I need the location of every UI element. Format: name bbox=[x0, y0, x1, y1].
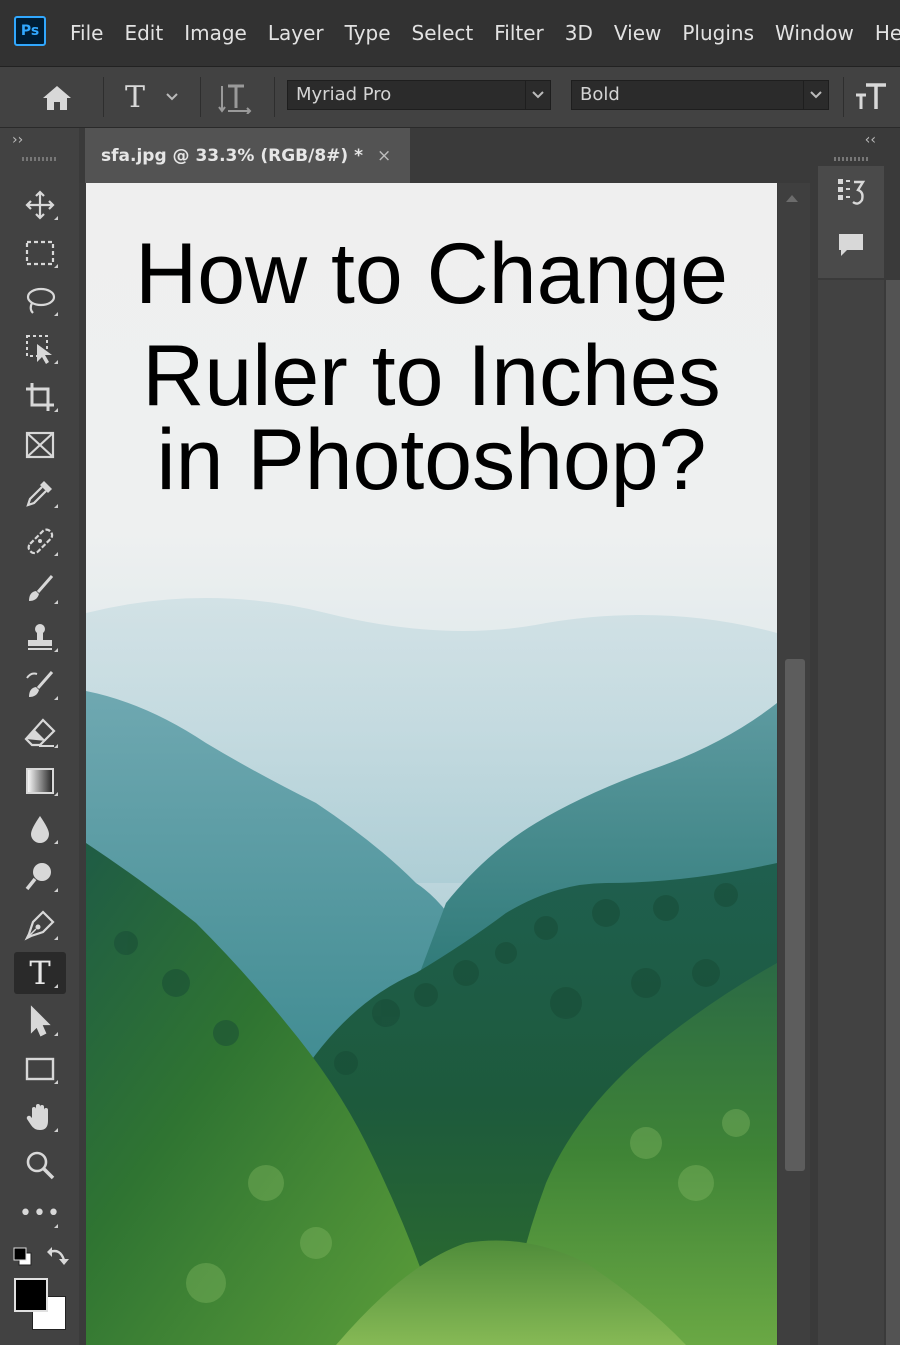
right-panel-dock: ‹‹ bbox=[810, 128, 900, 1345]
hand-tool-icon[interactable] bbox=[14, 1096, 66, 1138]
menu-layer[interactable]: Layer bbox=[268, 18, 324, 48]
more-tools-icon[interactable]: ••• bbox=[14, 1192, 66, 1234]
workspace-edge bbox=[886, 280, 900, 1345]
menu-bar: Ps File Edit Image Layer Type Select Fil… bbox=[0, 0, 900, 67]
crop-tool-icon[interactable] bbox=[14, 376, 66, 418]
collapse-panel-icon[interactable]: ›› bbox=[12, 132, 23, 148]
headline-line-1: How to Change bbox=[135, 226, 728, 322]
menu-select[interactable]: Select bbox=[412, 18, 474, 48]
menu-items: File Edit Image Layer Type Select Filter… bbox=[70, 18, 900, 48]
type-tool-icon[interactable]: T bbox=[14, 952, 66, 994]
type-tool-glyph: T bbox=[29, 954, 51, 992]
options-separator bbox=[843, 77, 844, 117]
font-family-select[interactable]: Myriad Pro bbox=[287, 80, 551, 110]
tools-panel: ›› T ••• bbox=[0, 128, 80, 1345]
frame-tool-icon[interactable] bbox=[14, 424, 66, 466]
expand-panels-icon[interactable]: ‹‹ bbox=[865, 132, 876, 148]
move-tool-icon[interactable] bbox=[14, 184, 66, 226]
panel-grip[interactable] bbox=[22, 157, 58, 161]
scroll-up-icon[interactable] bbox=[786, 195, 798, 202]
gradient-tool-icon[interactable] bbox=[14, 760, 66, 802]
rectangle-tool-icon[interactable] bbox=[14, 1048, 66, 1090]
headline-line-3: in Photoshop? bbox=[156, 412, 707, 508]
swap-colors-icon[interactable] bbox=[46, 1244, 70, 1268]
text-size-icon[interactable] bbox=[850, 79, 890, 115]
canvas-headline-text[interactable]: How to Change Ruler to Inches in Photosh… bbox=[86, 227, 777, 507]
default-colors-icon[interactable] bbox=[12, 1246, 34, 1268]
history-brush-tool-icon[interactable] bbox=[14, 664, 66, 706]
canvas-area: How to Change Ruler to Inches in Photosh… bbox=[79, 183, 810, 1345]
options-bar: T Myriad Pro Bold bbox=[0, 67, 900, 128]
text-orientation-icon[interactable] bbox=[216, 81, 256, 115]
home-icon[interactable] bbox=[38, 81, 76, 115]
menu-type[interactable]: Type bbox=[345, 18, 391, 48]
eyedropper-tool-icon[interactable] bbox=[14, 472, 66, 514]
menu-plugins[interactable]: Plugins bbox=[682, 18, 754, 48]
right-panel-body bbox=[818, 280, 884, 1345]
close-icon[interactable]: × bbox=[377, 146, 391, 166]
panel-grip[interactable] bbox=[834, 157, 870, 161]
document-tab[interactable]: sfa.jpg @ 33.3% (RGB/8#) * × bbox=[85, 128, 410, 183]
dodge-tool-icon[interactable] bbox=[14, 856, 66, 898]
zoom-tool-icon[interactable] bbox=[14, 1144, 66, 1186]
options-separator bbox=[103, 77, 104, 117]
chevron-down-icon[interactable] bbox=[162, 87, 182, 107]
menu-view[interactable]: View bbox=[614, 18, 661, 48]
menu-file[interactable]: File bbox=[70, 18, 103, 48]
blur-tool-icon[interactable] bbox=[14, 808, 66, 850]
document-tab-bar: sfa.jpg @ 33.3% (RGB/8#) * × bbox=[79, 128, 810, 183]
options-separator bbox=[274, 77, 275, 117]
comment-icon[interactable] bbox=[834, 228, 868, 262]
options-separator bbox=[200, 77, 201, 117]
properties-icon[interactable] bbox=[834, 176, 868, 210]
foreground-color-swatch[interactable] bbox=[14, 1278, 48, 1312]
eraser-tool-icon[interactable] bbox=[14, 712, 66, 754]
font-style-value: Bold bbox=[580, 84, 620, 105]
menu-edit[interactable]: Edit bbox=[124, 18, 163, 48]
document-canvas[interactable]: How to Change Ruler to Inches in Photosh… bbox=[86, 183, 777, 1345]
text-tool-icon[interactable]: T bbox=[118, 79, 152, 115]
marquee-tool-icon[interactable] bbox=[14, 232, 66, 274]
clone-stamp-tool-icon[interactable] bbox=[14, 616, 66, 658]
brush-tool-icon[interactable] bbox=[14, 568, 66, 610]
font-family-value: Myriad Pro bbox=[296, 84, 392, 105]
menu-help[interactable]: He bbox=[875, 18, 900, 48]
more-tools-glyph: ••• bbox=[19, 1200, 61, 1226]
healing-brush-tool-icon[interactable] bbox=[14, 520, 66, 562]
lasso-tool-icon[interactable] bbox=[14, 280, 66, 322]
menu-3d[interactable]: 3D bbox=[565, 18, 593, 48]
document-tab-title: sfa.jpg @ 33.3% (RGB/8#) * bbox=[101, 145, 363, 166]
path-selection-tool-icon[interactable] bbox=[14, 1000, 66, 1042]
scrollbar-thumb[interactable] bbox=[785, 659, 805, 1171]
pen-tool-icon[interactable] bbox=[14, 904, 66, 946]
collapsed-panel-group bbox=[818, 166, 884, 278]
vertical-scrollbar[interactable] bbox=[778, 183, 810, 1345]
photoshop-logo-icon[interactable]: Ps bbox=[14, 16, 46, 46]
font-style-select[interactable]: Bold bbox=[571, 80, 829, 110]
object-select-tool-icon[interactable] bbox=[14, 328, 66, 370]
headline-line-2: Ruler to Inches bbox=[142, 328, 721, 424]
menu-window[interactable]: Window bbox=[775, 18, 854, 48]
menu-image[interactable]: Image bbox=[184, 18, 247, 48]
chevron-down-icon bbox=[525, 81, 550, 109]
menu-filter[interactable]: Filter bbox=[494, 18, 544, 48]
chevron-down-icon bbox=[803, 81, 828, 109]
